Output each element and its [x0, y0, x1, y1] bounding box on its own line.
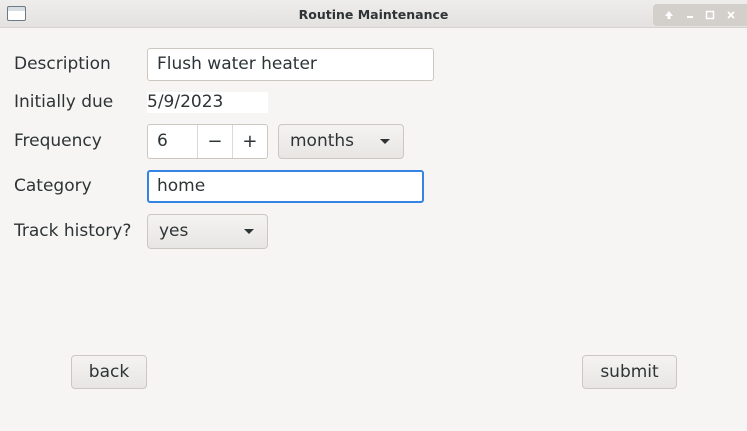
frequency-value[interactable]: 6: [148, 125, 197, 158]
description-label: Description: [14, 54, 111, 74]
frequency-stepper[interactable]: 6 − +: [147, 124, 268, 159]
submit-button[interactable]: submit: [582, 355, 677, 389]
minimize-icon[interactable]: [683, 8, 697, 22]
initially-due-label: Initially due: [14, 92, 114, 112]
decrement-button[interactable]: −: [196, 125, 232, 158]
maximize-icon[interactable]: [703, 8, 717, 22]
frequency-label: Frequency: [14, 131, 102, 151]
increment-button[interactable]: +: [231, 125, 267, 158]
category-field[interactable]: home: [147, 170, 424, 203]
title-bar[interactable]: Routine Maintenance: [0, 0, 747, 28]
close-icon[interactable]: [724, 8, 738, 22]
category-label: Category: [14, 176, 92, 196]
frequency-unit-dropdown[interactable]: months: [278, 124, 404, 159]
frequency-unit-value: months: [290, 131, 355, 151]
description-field[interactable]: Flush water heater: [147, 48, 434, 81]
window-controls: [653, 4, 747, 26]
back-button[interactable]: back: [71, 355, 147, 389]
chevron-down-icon: [380, 139, 390, 144]
track-history-label: Track history?: [14, 221, 132, 241]
track-history-dropdown[interactable]: yes: [147, 214, 268, 249]
window-title: Routine Maintenance: [298, 7, 449, 22]
track-history-value: yes: [159, 221, 189, 241]
chevron-down-icon: [244, 229, 254, 234]
initially-due-field[interactable]: 5/9/2023: [147, 92, 268, 113]
up-icon[interactable]: [662, 8, 676, 22]
